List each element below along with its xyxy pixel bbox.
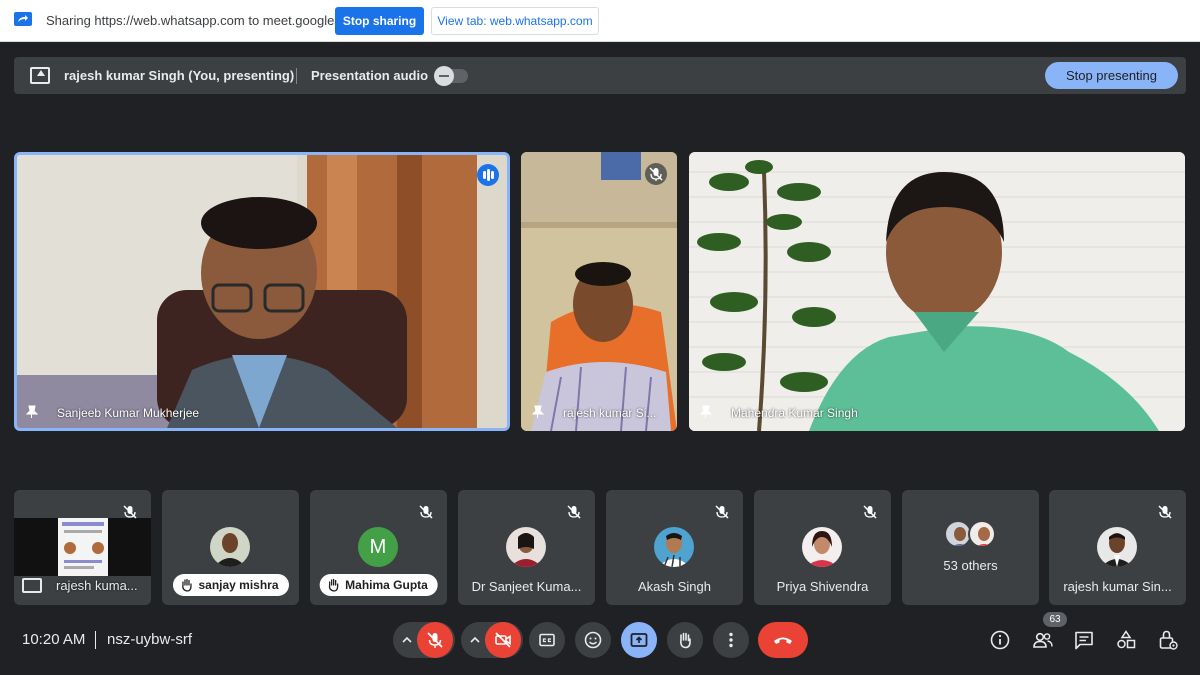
present-screen-icon (30, 67, 50, 84)
more-vert-icon (729, 632, 733, 648)
muted-icon (119, 501, 141, 523)
host-controls-icon[interactable] (1157, 629, 1179, 651)
share-status-text: Sharing https://web.whatsapp.com to meet… (46, 13, 363, 28)
camera-toggle-button[interactable] (485, 622, 521, 658)
activities-icon[interactable] (1115, 629, 1137, 651)
muted-icon (415, 501, 437, 523)
participant-name: rajesh kumar Sin... (1063, 579, 1172, 594)
divider (296, 68, 297, 84)
raise-hand-icon (680, 632, 691, 649)
participant-name: Mahima Gupta (345, 578, 428, 592)
leave-call-button[interactable] (758, 622, 808, 658)
camera-off-icon (495, 632, 511, 648)
toggle-knob (434, 66, 454, 86)
raised-hand-icon (328, 578, 338, 592)
speaking-indicator-icon (477, 164, 499, 186)
captions-icon (539, 633, 555, 647)
participant-tile-thumbnail[interactable]: M Mahima Gupta (310, 490, 447, 605)
chevron-up-icon[interactable] (401, 634, 413, 646)
stop-presenting-button[interactable]: Stop presenting (1045, 62, 1178, 89)
presentation-audio-label: Presentation audio (311, 68, 429, 83)
participant-tile-main[interactable]: Sanjeeb Kumar Mukherjee (14, 152, 510, 431)
avatar (968, 520, 996, 548)
avatar (802, 527, 842, 567)
participant-tile-thumbnail[interactable]: rajesh kuma... (14, 490, 151, 605)
presenter-name: rajesh kumar Singh (You, presenting) (64, 68, 295, 83)
presentation-audio-toggle[interactable] (434, 66, 468, 86)
raised-hand-name-pill: sanjay mishra (172, 574, 289, 596)
screen-share-notification-bar: Sharing https://web.whatsapp.com to meet… (0, 0, 1200, 42)
participant-tile-thumbnail[interactable]: Akash Singh (606, 490, 743, 605)
divider (95, 631, 96, 649)
microphone-toggle-button[interactable] (417, 622, 453, 658)
pin-icon[interactable] (699, 405, 713, 419)
call-end-icon (774, 637, 792, 644)
people-icon[interactable] (1032, 629, 1054, 651)
chevron-up-icon[interactable] (469, 634, 481, 646)
participant-name: sanjay mishra (198, 578, 279, 592)
share-screen-icon (14, 12, 32, 26)
avatar-initial: M (358, 527, 398, 567)
participant-tile-thumbnail[interactable]: Dr Sanjeet Kuma... (458, 490, 595, 605)
avatar (506, 527, 546, 567)
mic-off-icon (427, 632, 443, 648)
muted-icon (711, 501, 733, 523)
participant-video (17, 155, 507, 428)
participant-name: Dr Sanjeet Kuma... (471, 579, 582, 594)
avatar (210, 527, 250, 567)
participant-video (521, 152, 677, 431)
avatar (1097, 527, 1137, 567)
raised-hand-icon (181, 578, 192, 592)
reactions-button[interactable] (575, 622, 611, 658)
participant-name: Mahendra Kumar Singh (731, 406, 858, 420)
participant-tile-thumbnail[interactable]: Priya Shivendra (754, 490, 891, 605)
participant-count-badge: 63 (1043, 612, 1067, 627)
emoji-icon (584, 631, 602, 649)
raise-hand-button[interactable] (667, 622, 703, 658)
present-screen-icon (22, 578, 42, 593)
current-time: 10:20 AM (22, 631, 86, 648)
stop-sharing-button[interactable]: Stop sharing (335, 7, 424, 35)
muted-icon (1154, 501, 1176, 523)
muted-icon (859, 501, 881, 523)
participant-name: Akash Singh (638, 579, 711, 594)
meeting-details-icon[interactable] (989, 629, 1011, 651)
captions-button[interactable] (529, 622, 565, 658)
participant-name: rajesh kuma... (56, 578, 138, 593)
others-tile[interactable]: 53 others (902, 490, 1039, 605)
meeting-code: nsz-uybw-srf (107, 631, 193, 648)
raised-hand-name-pill: Mahima Gupta (319, 574, 438, 596)
participant-name: Priya Shivendra (776, 579, 869, 594)
view-tab-button[interactable]: View tab: web.whatsapp.com (431, 7, 599, 35)
participant-tile-main[interactable]: Mahendra Kumar Singh (689, 152, 1185, 431)
present-screen-icon (630, 633, 648, 647)
chat-icon[interactable] (1073, 629, 1095, 651)
participant-tile-thumbnail[interactable]: rajesh kumar Sin... (1049, 490, 1186, 605)
muted-icon (645, 163, 667, 185)
avatar (654, 527, 694, 567)
others-count-label: 53 others (943, 558, 998, 573)
participant-tile-thumbnail[interactable]: sanjay mishra (162, 490, 299, 605)
participant-video (689, 152, 1185, 431)
presenting-banner: rajesh kumar Singh (You, presenting) Pre… (14, 57, 1186, 94)
pin-icon[interactable] (25, 405, 39, 419)
muted-icon (563, 501, 585, 523)
more-options-button[interactable] (713, 622, 749, 658)
participant-tile-main[interactable]: rajesh kumar Si... (521, 152, 677, 431)
present-now-button[interactable] (621, 622, 657, 658)
participant-name: Sanjeeb Kumar Mukherjee (57, 406, 200, 420)
participant-name: rajesh kumar Si... (563, 406, 657, 420)
pin-icon[interactable] (531, 405, 545, 419)
